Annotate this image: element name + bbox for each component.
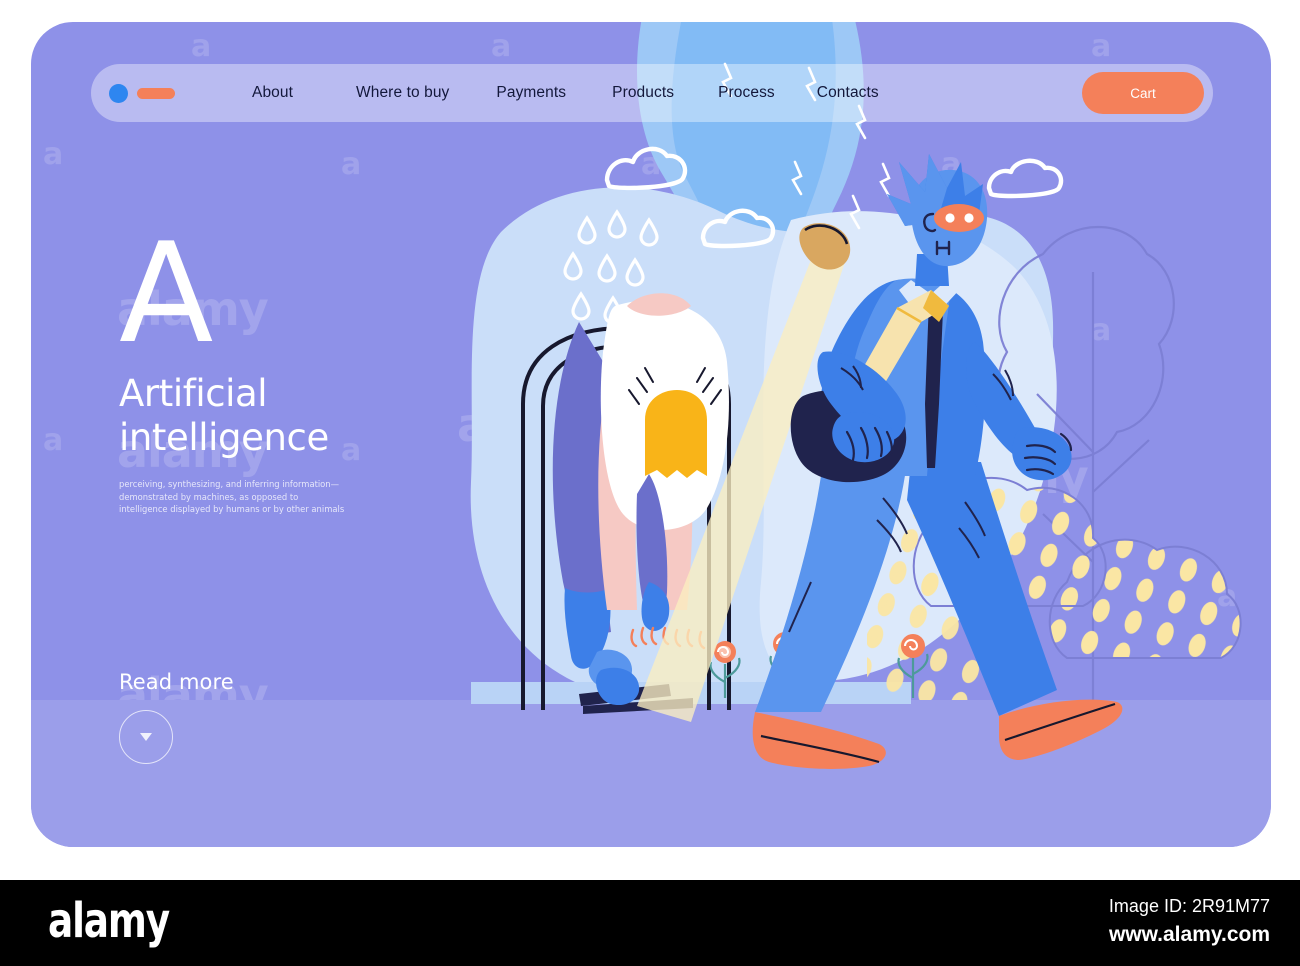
alamy-footer-bar: alamy Image ID: 2R91M77 www.alamy.com <box>0 880 1300 966</box>
watermark-letter: a <box>941 147 962 182</box>
nav-item-payments[interactable]: Payments <box>496 78 566 108</box>
headline-line-1: Artificial <box>119 372 268 416</box>
cart-button[interactable]: Cart <box>1082 72 1204 114</box>
watermark-letter: a <box>43 137 64 172</box>
watermark-letter: a <box>491 29 512 64</box>
alamy-logo: alamy <box>48 893 170 949</box>
watermark-letter: a <box>641 579 662 614</box>
alamy-url-label: www.alamy.com <box>1108 923 1270 946</box>
watermark-letter: a <box>1091 29 1112 64</box>
read-more-button[interactable] <box>119 710 173 764</box>
watermark-word: alamy <box>557 668 709 722</box>
chevron-down-icon <box>140 733 152 741</box>
watermark-letter: a <box>791 313 812 348</box>
navigation-bar: About Where to buy Payments Products Pro… <box>91 64 1213 122</box>
watermark-letter: a <box>641 147 662 182</box>
hero-description: perceiving, synthesizing, and inferring … <box>119 479 345 514</box>
headline-line-2: intelligence <box>119 415 329 459</box>
hero-initial-letter: A <box>119 213 213 374</box>
watermark-letter: a <box>1217 579 1238 614</box>
page-title: Artificial intelligence <box>119 372 419 459</box>
watermark-word: alamy <box>457 398 609 452</box>
watermark-word: alamy <box>797 282 949 336</box>
read-more-label[interactable]: Read more <box>119 670 234 694</box>
nav-item-about[interactable]: About <box>252 78 293 108</box>
nav-links: About Where to buy Payments Products Pro… <box>252 78 879 108</box>
watermark-letter: a <box>43 423 64 458</box>
watermark-letter: a <box>191 29 212 64</box>
nav-item-where-to-buy[interactable]: Where to buy <box>356 78 449 108</box>
watermark-letter: a <box>1091 313 1112 348</box>
watermark-letter: a <box>341 719 362 754</box>
hero-copy: A Artificial intelligence perceiving, sy… <box>119 213 419 515</box>
nav-item-contacts[interactable]: Contacts <box>817 78 879 108</box>
brand-bar-icon <box>137 87 175 99</box>
image-id-label: Image ID: 2R91M77 <box>1108 896 1270 916</box>
watermark-letter: a <box>341 147 362 182</box>
brand-logo[interactable] <box>109 83 175 103</box>
nav-item-process[interactable]: Process <box>718 78 775 108</box>
read-more-block[interactable]: Read more <box>119 670 234 764</box>
hero-card: a a a a a a a a a a a a a a a a alamy al… <box>31 22 1271 847</box>
stock-photo-frame: a a a a a a a a a a a a a a a a alamy al… <box>0 0 1300 966</box>
watermark-letter: a <box>941 579 962 614</box>
watermark-letter: a <box>491 313 512 348</box>
watermark-word: alamy <box>937 450 1089 504</box>
nav-item-products[interactable]: Products <box>612 78 674 108</box>
brand-dot-icon <box>109 83 128 103</box>
